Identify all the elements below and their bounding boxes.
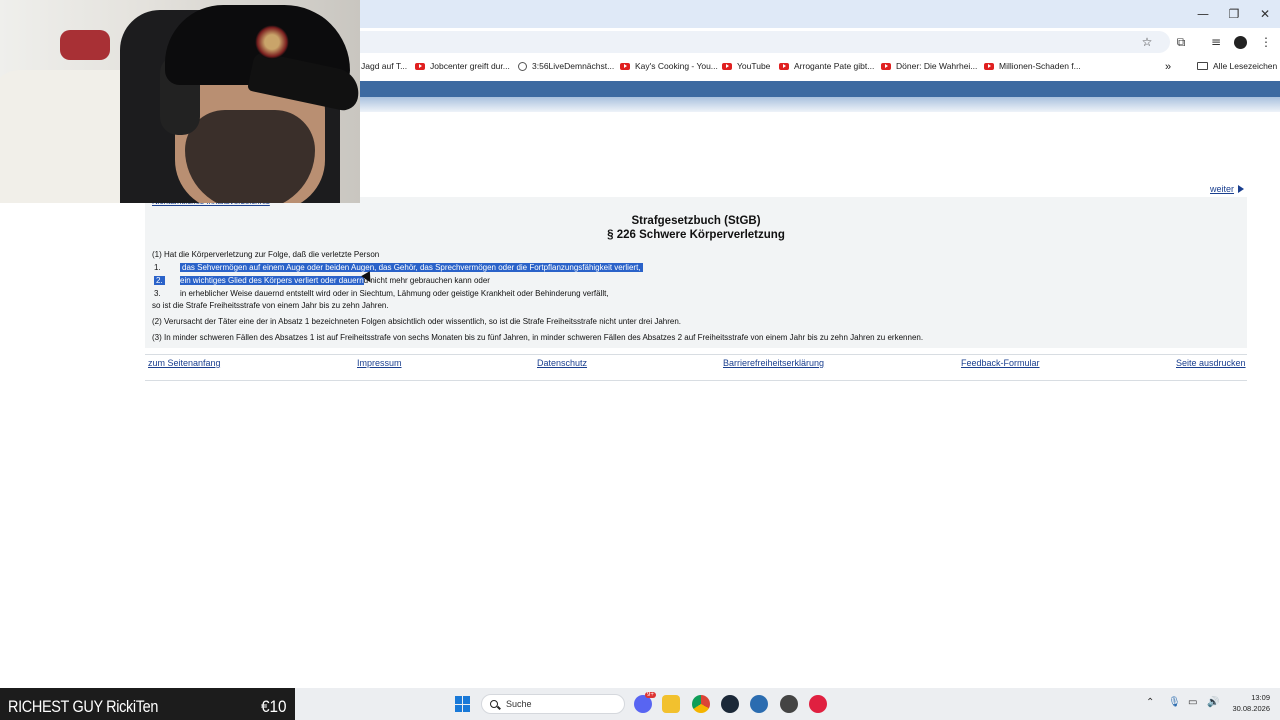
paragraph-1-intro: (1) Hat die Körperverletzung zur Folge, …	[152, 250, 380, 259]
webcam-pillow	[60, 30, 110, 60]
list-item-3: in erheblicher Weise dauernd entstellt w…	[180, 289, 609, 298]
youtube-icon	[415, 62, 425, 70]
close-button[interactable]: ✕	[1249, 4, 1280, 24]
youtube-icon	[984, 62, 994, 70]
bookmark-item[interactable]: YouTube	[722, 61, 770, 71]
bookmark-label: Döner: Die Wahrhei...	[896, 61, 978, 71]
taskbar-search[interactable]: Suche	[481, 694, 625, 714]
search-icon	[490, 700, 498, 708]
list-item-1-selected: das Sehvermögen auf einem Auge oder beid…	[180, 263, 643, 272]
webcam-overlay	[0, 0, 360, 203]
arrow-right-icon	[1238, 185, 1245, 193]
paragraph-3: (3) In minder schweren Fällen des Absatz…	[152, 333, 924, 342]
site-header-gradient	[360, 97, 1280, 112]
impressum-link[interactable]: Impressum	[357, 358, 402, 368]
microphone-icon[interactable]: 🎙	[1168, 697, 1181, 708]
webcam-beard	[185, 110, 315, 203]
donation-amount: €10	[261, 697, 287, 716]
bookmark-label: Millionen-Schaden f...	[999, 61, 1081, 71]
steam-icon[interactable]	[721, 695, 739, 713]
bookmark-label: YouTube	[737, 61, 771, 71]
windows-start-icon[interactable]	[455, 696, 471, 712]
folder-icon	[1197, 62, 1208, 70]
donor-name: RICHEST GUY RickiTen	[8, 697, 159, 716]
footer-divider	[145, 354, 1247, 355]
bookmark-label: Jobcenter greift dur...	[430, 61, 510, 71]
bookmark-item[interactable]: Döner: Die Wahrhei...	[881, 61, 977, 71]
media-controls-icon[interactable]: ≡	[1207, 33, 1225, 51]
bookmarks-overflow-button[interactable]: »	[1165, 61, 1171, 73]
file-explorer-icon[interactable]	[662, 695, 680, 713]
site-header-band	[360, 81, 1280, 97]
screen: — ❐ ✕ ☆ ⧉ ≡ ⋮ Jagd auf T... Jobcenter gr…	[0, 0, 1280, 720]
law-title: Strafgesetzbuch (StGB)	[631, 215, 761, 227]
section-title: § 226 Schwere Körperverletzung	[607, 229, 785, 241]
print-page-link[interactable]: Seite ausdrucken	[1176, 358, 1246, 368]
next-link-label: weiter	[1210, 184, 1235, 194]
list-item-2: ein wichtiges Glied des Körpers verliert…	[180, 276, 490, 285]
extensions-icon[interactable]: ⧉	[1172, 33, 1190, 51]
search-placeholder: Suche	[506, 699, 532, 709]
paragraph-2: (2) Verursacht der Täter eine der in Abs…	[152, 317, 682, 326]
volume-icon[interactable]: 🔊	[1207, 697, 1219, 708]
back-to-top-link[interactable]: zum Seitenanfang	[148, 358, 221, 368]
edge-icon[interactable]	[750, 695, 768, 713]
clock-time: 13:09	[1251, 693, 1270, 702]
youtube-icon	[722, 62, 732, 70]
bookmark-item[interactable]: Jagd auf T...	[361, 61, 407, 71]
all-bookmarks-button[interactable]: Alle Lesezeichen	[1197, 61, 1277, 71]
network-icon[interactable]: ▭	[1188, 697, 1197, 708]
next-link[interactable]: weiter	[1210, 184, 1245, 194]
bookmark-label: Kay's Cooking - You...	[635, 61, 718, 71]
bookmark-item[interactable]: Kay's Cooking - You...	[620, 61, 718, 71]
discord-badge: 9+	[645, 692, 656, 698]
bookmark-item[interactable]: Jobcenter greift dur...	[415, 61, 510, 71]
list-number: 2.	[154, 276, 165, 285]
star-icon[interactable]: ☆	[1138, 33, 1156, 51]
bookmark-label: Arrogante Pate gibt...	[794, 61, 875, 71]
bookmark-item[interactable]: Arrogante Pate gibt...	[779, 61, 874, 71]
list-number: 3.	[154, 289, 161, 298]
list-number: 1.	[154, 263, 161, 272]
cap-logo	[255, 25, 289, 59]
menu-icon[interactable]: ⋮	[1257, 33, 1275, 51]
system-clock[interactable]: 13:09 30.08.2026	[1226, 692, 1270, 714]
youtube-icon	[620, 62, 630, 70]
feedback-link[interactable]: Feedback-Formular	[961, 358, 1040, 368]
bookmark-item[interactable]: 3:56LiveDemnächst...	[518, 61, 614, 71]
webcam-sofa	[0, 70, 140, 203]
list-item-2-rest: d nicht mehr gebrauchen kann oder	[363, 276, 490, 285]
profile-avatar[interactable]	[1231, 33, 1249, 51]
youtube-icon	[881, 62, 891, 70]
address-bar[interactable]	[340, 31, 1170, 53]
chrome-icon[interactable]	[692, 695, 710, 713]
accessibility-link[interactable]: Barrierefreiheitserklärung	[723, 358, 824, 368]
chevron-up-icon[interactable]: ⌃	[1146, 697, 1154, 708]
youtube-icon	[779, 62, 789, 70]
paragraph-1-outro: so ist die Strafe Freiheitsstrafe von ei…	[152, 301, 389, 310]
bookmark-label: 3:56LiveDemnächst...	[532, 61, 615, 71]
list-item-2-selected: ein wichtiges Glied des Körpers verliert…	[180, 276, 364, 285]
bookmark-item[interactable]: Millionen-Schaden f...	[984, 61, 1081, 71]
media-player-icon[interactable]	[809, 695, 827, 713]
restore-button[interactable]: ❐	[1218, 4, 1250, 24]
all-bookmarks-label: Alle Lesezeichen	[1213, 61, 1278, 71]
clock-date: 30.08.2026	[1232, 704, 1270, 713]
minimize-button[interactable]: —	[1187, 4, 1219, 24]
privacy-link[interactable]: Datenschutz	[537, 358, 587, 368]
app-icon[interactable]	[780, 695, 798, 713]
footer-divider	[145, 380, 1247, 381]
globe-icon	[518, 61, 527, 71]
bookmark-label: Jagd auf T...	[361, 61, 408, 71]
